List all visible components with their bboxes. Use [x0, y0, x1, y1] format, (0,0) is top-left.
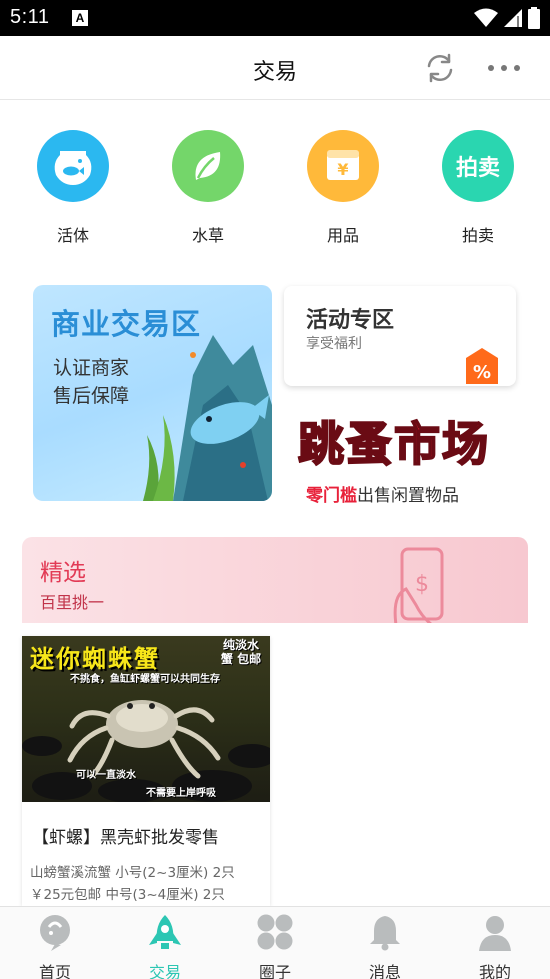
- product-card[interactable]: 迷你蜘蛛蟹 纯淡水蟹 包邮 不挑食，鱼缸虾螺蟹可以共同生存 可以一直淡水 不需要…: [22, 636, 270, 906]
- rocket-icon: [149, 915, 181, 949]
- tab-home[interactable]: 首页: [15, 913, 95, 979]
- tab-circles[interactable]: 圈子: [235, 913, 315, 979]
- flea-market-logo: 跳蚤市场: [297, 416, 490, 472]
- category-auction[interactable]: 拍卖 拍卖: [428, 130, 528, 246]
- bell-icon: [370, 916, 400, 951]
- category-label: 水草: [191, 226, 224, 245]
- event-zone-subtitle: 享受福利: [306, 336, 362, 352]
- status-time: 5:11: [10, 6, 50, 28]
- tab-label: 交易: [148, 963, 181, 979]
- tab-messages[interactable]: 消息: [345, 913, 425, 979]
- wifi-icon: [474, 8, 498, 27]
- product-title: 【虾螺】黑壳虾批发零售: [32, 828, 219, 848]
- featured-subtitle: 百里挑一: [40, 593, 105, 612]
- category-row: 活体 水草 ¥ 用品 拍卖 拍卖: [0, 130, 550, 250]
- more-icon[interactable]: [486, 62, 522, 74]
- product-image-subtext: 不挑食，鱼缸虾螺蟹可以共同生存: [70, 674, 220, 685]
- tab-label: 圈子: [258, 963, 291, 979]
- flea-caption-highlight: 零门槛: [306, 486, 357, 506]
- business-zone-line1: 认证商家: [53, 357, 130, 379]
- product-image-caption1: 可以一直淡水: [76, 770, 136, 781]
- category-live[interactable]: 活体: [23, 130, 123, 246]
- product-description: 山螃蟹溪流蟹 小号(2~3厘米) 2只 ￥25元包邮 中号(3~4厘米) 2只: [30, 865, 235, 903]
- notification-icon: A: [72, 10, 88, 26]
- discount-badge-icon: %: [466, 348, 498, 384]
- system-icons: [474, 6, 540, 30]
- flea-market-caption: 零门槛出售闲置物品: [306, 481, 459, 506]
- tab-label: 消息: [368, 963, 401, 979]
- svg-text:¥: ¥: [337, 160, 348, 179]
- user-icon: [479, 916, 511, 951]
- page-title: 交易: [252, 60, 297, 85]
- auction-icon-text: 拍卖: [455, 156, 500, 181]
- svg-text:%: %: [473, 362, 491, 383]
- category-label: 拍卖: [461, 226, 494, 245]
- refresh-icon[interactable]: [424, 52, 456, 84]
- featured-title: 精选: [40, 560, 86, 586]
- signal-icon: [504, 9, 522, 27]
- app-header: 交易: [0, 36, 550, 100]
- bottom-tab-bar: 首页 交易 圈子 消息 我的: [0, 906, 550, 979]
- svg-text:跳蚤市场: 跳蚤市场: [298, 417, 490, 471]
- flea-caption-text: 出售闲置物品: [357, 486, 459, 506]
- battery-icon: [528, 7, 540, 29]
- category-plants[interactable]: 水草: [158, 130, 258, 246]
- featured-banner[interactable]: 精选 百里挑一 $: [22, 537, 528, 623]
- category-supplies[interactable]: ¥ 用品: [293, 130, 393, 246]
- tab-trade[interactable]: 交易: [125, 913, 205, 979]
- aquarium-scene-illustration: [143, 335, 272, 501]
- event-zone-title: 活动专区: [306, 308, 395, 333]
- circles-grid-icon: [257, 914, 293, 950]
- product-image-tag: 纯淡水蟹 包邮: [220, 638, 262, 666]
- tab-me[interactable]: 我的: [455, 913, 535, 979]
- yen-coin-icon: ¥: [307, 130, 379, 202]
- business-zone-line2: 售后保障: [53, 385, 130, 407]
- event-zone-card[interactable]: 活动专区 享受福利 %: [284, 286, 516, 386]
- product-image-title: 迷你蜘蛛蟹: [30, 645, 160, 673]
- product-image-caption2: 不需要上岸呼吸: [146, 788, 216, 799]
- home-icon: [40, 915, 70, 951]
- auction-text-icon: 拍卖: [442, 130, 514, 202]
- category-label: 活体: [56, 226, 89, 245]
- business-zone-banner[interactable]: 商业交易区 认证商家 售后保障: [33, 285, 272, 501]
- leaf-icon: [172, 130, 244, 202]
- status-bar: 5:11 A: [0, 0, 550, 36]
- tab-label: 我的: [478, 963, 511, 979]
- svg-text:$: $: [415, 572, 429, 597]
- fishbowl-icon: [37, 130, 109, 202]
- product-image: 迷你蜘蛛蟹 纯淡水蟹 包邮 不挑食，鱼缸虾螺蟹可以共同生存 可以一直淡水 不需要…: [22, 636, 270, 802]
- category-label: 用品: [326, 226, 359, 245]
- flea-market-banner[interactable]: 跳蚤市场: [296, 398, 510, 478]
- hand-phone-icon: $: [393, 547, 444, 623]
- tab-label: 首页: [38, 963, 71, 979]
